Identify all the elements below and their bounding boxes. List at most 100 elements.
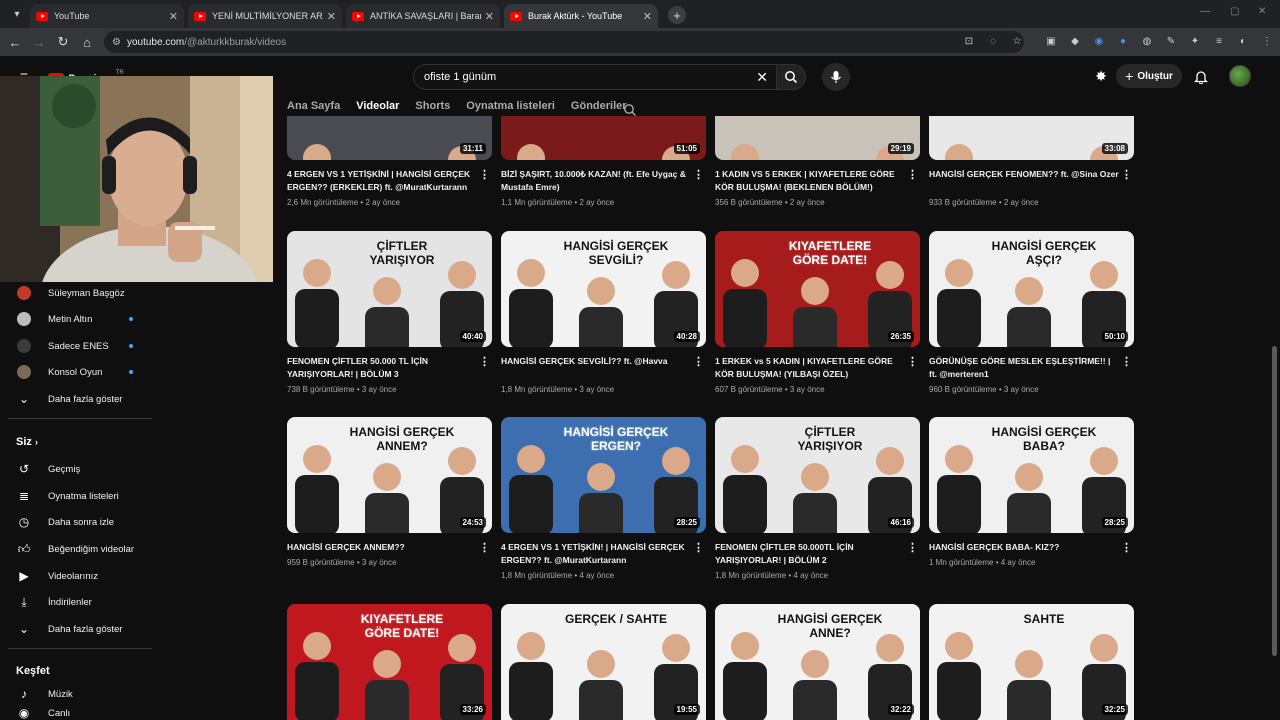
video-card[interactable]: 51:05 BİZİ ŞAŞIRT, 10.000₺ KAZAN! (ft. Ef… bbox=[501, 116, 706, 207]
forward-icon[interactable]: → bbox=[27, 35, 51, 50]
notifications-bell-icon[interactable] bbox=[1193, 68, 1209, 84]
video-card[interactable]: 31:11 4 ERGEN VS 1 YETİŞKİNİ | HANGİSİ GE… bbox=[287, 116, 492, 207]
video-title[interactable]: HANGİSİ GERÇEK ANNEM?? bbox=[287, 541, 477, 554]
create-button[interactable]: + Oluştur bbox=[1116, 64, 1182, 88]
close-tab-icon[interactable]: ✕ bbox=[327, 10, 336, 23]
extension-e-icon[interactable]: ◍ bbox=[1140, 34, 1154, 48]
profile-icon[interactable]: ◐ bbox=[1236, 34, 1250, 48]
close-window-icon[interactable]: ✕ bbox=[1258, 6, 1266, 17]
home-icon[interactable]: ⌂ bbox=[75, 35, 99, 50]
video-thumbnail[interactable]: HANGİSİ GERÇEK BABA? 28:25 bbox=[929, 417, 1134, 533]
video-card[interactable]: KIYAFETLERE GÖRE DATE! 26:35 1 ERKEK vs 5 … bbox=[715, 231, 920, 394]
more-actions-icon[interactable]: ⋮ bbox=[907, 541, 918, 554]
more-actions-icon[interactable]: ⋮ bbox=[907, 168, 918, 181]
puzzle-icon[interactable]: ✦ bbox=[1188, 34, 1202, 48]
channel-search-icon[interactable] bbox=[623, 103, 637, 117]
browser-tab-0[interactable]: YouTube ✕ bbox=[30, 4, 184, 28]
more-actions-icon[interactable]: ⋮ bbox=[693, 355, 704, 368]
page-scrollbar[interactable] bbox=[1272, 346, 1277, 656]
search-button[interactable] bbox=[776, 64, 806, 90]
video-thumbnail[interactable]: 33:08 bbox=[929, 116, 1134, 160]
sidebar-subscription-suleyman[interactable]: Süleyman Başgöz bbox=[0, 282, 155, 304]
more-vertical-icon[interactable]: ⋮ bbox=[1260, 34, 1274, 48]
eye-slash-icon[interactable]: ◌ bbox=[986, 34, 1000, 48]
video-card[interactable]: GERÇEK / SAHTE 19:55 bbox=[501, 604, 706, 720]
video-title[interactable]: GÖRÜNÜŞE GÖRE MESLEK EŞLEŞTİRME!! | ft. … bbox=[929, 355, 1119, 381]
more-actions-icon[interactable]: ⋮ bbox=[479, 168, 490, 181]
sidebar-show-more-you[interactable]: ⌄ Daha fazla göster bbox=[0, 618, 155, 640]
video-thumbnail[interactable]: KIYAFETLERE GÖRE DATE! 26:35 bbox=[715, 231, 920, 347]
sparkle-icon[interactable]: ✸ bbox=[1093, 68, 1109, 84]
clear-search-icon[interactable]: ✕ bbox=[756, 69, 768, 86]
browser-tab-2[interactable]: ANTİKA SAVAŞLARI | Baran Gü ✕ bbox=[346, 4, 500, 28]
more-actions-icon[interactable]: ⋮ bbox=[1121, 541, 1132, 554]
video-thumbnail[interactable]: 29:19 bbox=[715, 116, 920, 160]
video-card[interactable]: 33:08 HANGİSİ GERÇEK FENOMEN?? ft. @Sina … bbox=[929, 116, 1134, 207]
video-title[interactable]: HANGİSİ GERÇEK FENOMEN?? ft. @Sina Ozer bbox=[929, 168, 1119, 181]
video-card[interactable]: HANGİSİ GERÇEK BABA? 28:25 HANGİSİ GERÇEK … bbox=[929, 417, 1134, 567]
video-thumbnail[interactable]: SAHTE 32:25 bbox=[929, 604, 1134, 720]
reading-list-icon[interactable]: ≡ bbox=[1212, 34, 1226, 48]
more-actions-icon[interactable]: ⋮ bbox=[693, 541, 704, 554]
close-tab-icon[interactable]: ✕ bbox=[169, 10, 178, 23]
maximize-icon[interactable]: ▢ bbox=[1230, 6, 1239, 17]
sidebar-item-liked[interactable]: 👍︎ Beğendiğim videolar bbox=[0, 538, 155, 560]
video-thumbnail[interactable]: 31:11 bbox=[287, 116, 492, 160]
more-actions-icon[interactable]: ⋮ bbox=[479, 541, 490, 554]
minimize-icon[interactable]: — bbox=[1200, 6, 1210, 17]
bookmark-star-icon[interactable]: ☆ bbox=[1010, 34, 1024, 48]
sidebar-item-downloads[interactable]: ⤓ İndirilenler bbox=[0, 591, 155, 613]
video-card[interactable]: ÇİFTLER YARIŞIYOR 46:16 FENOMEN ÇİFTLER 50… bbox=[715, 417, 920, 580]
new-tab-button[interactable]: + bbox=[668, 6, 686, 24]
more-actions-icon[interactable]: ⋮ bbox=[1121, 168, 1132, 181]
video-thumbnail[interactable]: HANGİSİ GERÇEK ERGEN? 28:25 bbox=[501, 417, 706, 533]
video-card[interactable]: KIYAFETLERE GÖRE DATE! 33:26 bbox=[287, 604, 492, 720]
video-thumbnail[interactable]: HANGİSİ GERÇEK AŞÇI? 50:10 bbox=[929, 231, 1134, 347]
sidebar-item-playlists[interactable]: ≣ Oynatma listeleri bbox=[0, 485, 155, 507]
sidebar-subscription-konsol[interactable]: Konsol Oyun bbox=[0, 361, 155, 383]
sidebar-show-more-subscriptions[interactable]: ⌄ Daha fazla göster bbox=[0, 388, 155, 410]
extension-f-icon[interactable]: ✎ bbox=[1164, 34, 1178, 48]
extension-a-icon[interactable]: ▣ bbox=[1044, 34, 1058, 48]
sidebar-you-heading[interactable]: Siz › bbox=[16, 436, 38, 448]
video-thumbnail[interactable]: HANGİSİ GERÇEK ANNE? 32:22 bbox=[715, 604, 920, 720]
browser-tab-3[interactable]: Burak Aktürk - YouTube ✕ bbox=[504, 4, 658, 28]
video-card[interactable]: HANGİSİ GERÇEK ANNEM? 24:53 HANGİSİ GERÇEK… bbox=[287, 417, 492, 567]
video-card[interactable]: SAHTE 32:25 bbox=[929, 604, 1134, 720]
extension-d-icon[interactable]: ● bbox=[1116, 34, 1130, 48]
tab-search-icon[interactable]: ▾ bbox=[6, 3, 28, 25]
video-card[interactable]: ÇİFTLER YARIŞIYOR 40:40 FENOMEN ÇİFTLER 50… bbox=[287, 231, 492, 394]
video-thumbnail[interactable]: HANGİSİ GERÇEK SEVGİLİ? 40:28 bbox=[501, 231, 706, 347]
video-title[interactable]: HANGİSİ GERÇEK BABA- KIZ?? bbox=[929, 541, 1119, 554]
video-title[interactable]: BİZİ ŞAŞIRT, 10.000₺ KAZAN! (ft. Efe Uyg… bbox=[501, 168, 691, 194]
sidebar-item-music[interactable]: ♪ Müzik bbox=[0, 683, 155, 705]
video-card[interactable]: HANGİSİ GERÇEK ANNE? 32:22 bbox=[715, 604, 920, 720]
more-actions-icon[interactable]: ⋮ bbox=[693, 168, 704, 181]
video-thumbnail[interactable]: ÇİFTLER YARIŞIYOR 40:40 bbox=[287, 231, 492, 347]
install-app-icon[interactable]: ⊡ bbox=[962, 34, 976, 48]
sidebar-item-history[interactable]: ↺ Geçmiş bbox=[0, 458, 155, 480]
account-avatar[interactable] bbox=[1229, 65, 1251, 87]
close-tab-icon[interactable]: ✕ bbox=[643, 10, 652, 23]
video-title[interactable]: HANGİSİ GERÇEK SEVGİLİ?? ft. @Havva bbox=[501, 355, 691, 368]
sidebar-subscription-metin[interactable]: Metin Altın bbox=[0, 308, 155, 330]
video-title[interactable]: 4 ERGEN VS 1 YETİŞKİN! | HANGİSİ GERÇEK … bbox=[501, 541, 691, 567]
video-thumbnail[interactable]: ÇİFTLER YARIŞIYOR 46:16 bbox=[715, 417, 920, 533]
sidebar-item-watch-later[interactable]: ◷ Daha sonra izle bbox=[0, 511, 155, 533]
video-title[interactable]: 4 ERGEN VS 1 YETİŞKİNİ | HANGİSİ GERÇEK … bbox=[287, 168, 477, 194]
more-actions-icon[interactable]: ⋮ bbox=[907, 355, 918, 368]
sidebar-item-your-videos[interactable]: ▶ Videolarınız bbox=[0, 565, 155, 587]
extension-b-icon[interactable]: ◆ bbox=[1068, 34, 1082, 48]
video-title[interactable]: FENOMEN ÇİFTLER 50.000 TL İÇİN YARIŞIYOR… bbox=[287, 355, 477, 381]
sidebar-subscription-enes[interactable]: Sadece ENES bbox=[0, 335, 155, 357]
video-card[interactable]: HANGİSİ GERÇEK ERGEN? 28:25 4 ERGEN VS 1 Y… bbox=[501, 417, 706, 580]
extension-c-icon[interactable]: ◉ bbox=[1092, 34, 1106, 48]
video-thumbnail[interactable]: KIYAFETLERE GÖRE DATE! 33:26 bbox=[287, 604, 492, 720]
site-info-icon[interactable]: ⚙ bbox=[112, 37, 121, 48]
browser-tab-1[interactable]: YENİ MULTİMİLYONER ARABAN ✕ bbox=[188, 4, 342, 28]
sidebar-item-live[interactable]: ◉ Canlı bbox=[0, 706, 155, 720]
more-actions-icon[interactable]: ⋮ bbox=[479, 355, 490, 368]
video-card[interactable]: HANGİSİ GERÇEK SEVGİLİ? 40:28 HANGİSİ GERÇ… bbox=[501, 231, 706, 394]
video-thumbnail[interactable]: 51:05 bbox=[501, 116, 706, 160]
video-title[interactable]: 1 ERKEK vs 5 KADIN | KIYAFETLERE GÖRE KÖ… bbox=[715, 355, 905, 381]
